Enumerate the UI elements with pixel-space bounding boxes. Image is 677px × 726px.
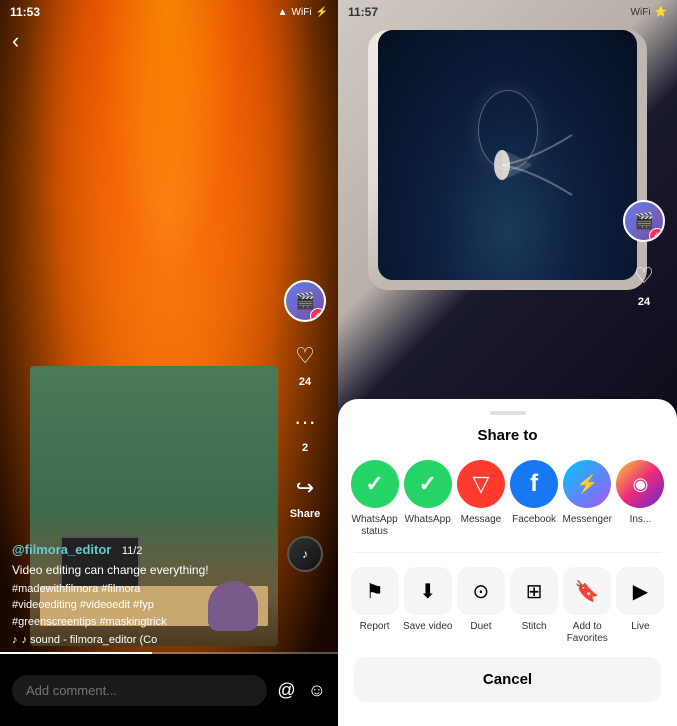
message-icon: ▽ [457, 460, 505, 508]
whatsapp-label: WhatsApp [405, 514, 451, 526]
like-wrapper-right: ♡ 24 [626, 258, 662, 308]
caption: Video editing can change everything! [12, 562, 278, 579]
stitch-label: Stitch [522, 621, 547, 633]
messenger-icon: ⚡ [563, 460, 611, 508]
creator-avatar-right[interactable]: 🎬 + [623, 200, 665, 242]
music-note-icon: ♪ [12, 634, 18, 646]
duet-icon: ⊙ [457, 567, 505, 615]
share-title: Share to [338, 427, 677, 444]
report-icon: ⚑ [351, 567, 399, 615]
phone-screen [378, 30, 637, 280]
like-button-right[interactable]: ♡ [626, 258, 662, 294]
share-item-messenger[interactable]: ⚡ Messenger [561, 460, 614, 538]
whatsapp-status-label: WhatsApp status [348, 514, 401, 538]
wifi-icon: WiFi [292, 7, 312, 18]
live-icon: ▶ [616, 567, 664, 615]
save-label: Save video [403, 621, 452, 633]
sound-text: ♪ sound - filmora_editor (Co [22, 634, 158, 646]
comment-button[interactable]: ··· [287, 404, 323, 440]
star-icon-right: ⭐ [655, 7, 667, 18]
whatsapp-icon: ✓ [404, 460, 452, 508]
signal-icon: ▲ [278, 7, 288, 18]
share-item-instagram[interactable]: ◉ Ins... [614, 460, 667, 538]
music-disc[interactable]: ♪ [287, 536, 323, 572]
comment-count: 2 [302, 442, 308, 454]
share-action-stitch[interactable]: ⊞ Stitch [508, 567, 561, 645]
hashtags: #madewithfilmora #filmora #videoediting … [12, 581, 278, 631]
follow-button-right[interactable]: + [649, 228, 665, 242]
sound-info: ♪ ♪ sound - filmora_editor (Co [12, 634, 278, 646]
report-label: Report [360, 621, 390, 633]
mention-icon[interactable]: @ [277, 680, 295, 701]
right-panel: 11:57 WiFi ⭐ 🎬 + ♡ 24 Share to ✓ WhatsAp… [338, 0, 677, 726]
status-bar-right: 11:57 WiFi ⭐ [338, 0, 677, 24]
share-item-whatsapp-status[interactable]: ✓ WhatsApp status [348, 460, 401, 538]
wifi-icon-right: WiFi [631, 7, 651, 18]
username: @filmora_editor [12, 542, 111, 557]
favorites-icon: 🔖 [563, 567, 611, 615]
share-action-live[interactable]: ▶ Live [614, 567, 667, 645]
phone-mockup [368, 30, 647, 290]
like-count: 24 [299, 376, 311, 388]
facebook-icon: f [510, 460, 558, 508]
status-icons-right: WiFi ⭐ [631, 7, 667, 18]
boat-svg [482, 105, 582, 225]
favorites-label: Add to Favorites [561, 621, 614, 645]
messenger-label: Messenger [563, 514, 612, 526]
share-wrapper: ↪ Share [287, 470, 323, 520]
share-divider [354, 552, 661, 553]
time-left: 11:53 [10, 5, 40, 19]
like-wrapper: ♡ 24 [287, 338, 323, 388]
share-action-report[interactable]: ⚑ Report [348, 567, 401, 645]
cancel-button[interactable]: Cancel [354, 657, 661, 702]
share-item-whatsapp[interactable]: ✓ WhatsApp [401, 460, 454, 538]
share-action-duet[interactable]: ⊙ Duet [454, 567, 507, 645]
back-button[interactable]: ‹ [12, 28, 19, 54]
instagram-icon: ◉ [616, 460, 664, 508]
share-item-message[interactable]: ▽ Message [454, 460, 507, 538]
facebook-label: Facebook [512, 514, 556, 526]
status-icons-left: ▲ WiFi ⚡ [278, 7, 328, 18]
whatsapp-status-icon: ✓ [351, 460, 399, 508]
share-label: Share [290, 508, 321, 520]
comment-input[interactable] [12, 675, 267, 706]
action-buttons-right: 🎬 + ♡ 24 [623, 200, 665, 308]
left-panel: 11:53 ▲ WiFi ⚡ ‹ 🎬 + ♡ 24 ··· 2 ↪ Share … [0, 0, 338, 726]
follow-button[interactable]: + [310, 308, 326, 322]
share-actions-row: ⚑ Report ⬇ Save video ⊙ Duet ⊞ St [338, 567, 677, 645]
duet-label: Duet [470, 621, 491, 633]
username-row: @filmora_editor 11/2 [12, 541, 278, 559]
like-button[interactable]: ♡ [287, 338, 323, 374]
emoji-icon[interactable]: ☺ [308, 680, 326, 701]
share-action-favorites[interactable]: 🔖 Add to Favorites [561, 567, 614, 645]
action-buttons-left: 🎬 + ♡ 24 ··· 2 ↪ Share ♪ [284, 280, 326, 572]
instagram-label: Ins... [630, 514, 652, 526]
comment-bar: @ ☺ [0, 654, 338, 726]
share-modal: Share to ✓ WhatsApp status ✓ WhatsApp ▽ … [338, 399, 677, 726]
share-item-facebook[interactable]: f Facebook [508, 460, 561, 538]
date-tag: 11/2 [122, 545, 143, 557]
share-button-left[interactable]: ↪ [287, 470, 323, 506]
comment-wrapper: ··· 2 [287, 404, 323, 454]
message-label: Message [461, 514, 502, 526]
like-count-right: 24 [638, 296, 650, 308]
share-action-save[interactable]: ⬇ Save video [401, 567, 454, 645]
status-bar-left: 11:53 ▲ WiFi ⚡ [0, 0, 338, 24]
share-items-row: ✓ WhatsApp status ✓ WhatsApp ▽ Message f [338, 460, 677, 538]
live-label: Live [631, 621, 649, 633]
creator-avatar[interactable]: 🎬 + [284, 280, 326, 322]
bottom-info: @filmora_editor 11/2 Video editing can c… [12, 541, 278, 646]
modal-handle [490, 411, 526, 415]
battery-icon: ⚡ [316, 7, 328, 18]
save-icon: ⬇ [404, 567, 452, 615]
time-right: 11:57 [348, 5, 378, 19]
stitch-icon: ⊞ [510, 567, 558, 615]
comment-icons: @ ☺ [277, 680, 326, 701]
